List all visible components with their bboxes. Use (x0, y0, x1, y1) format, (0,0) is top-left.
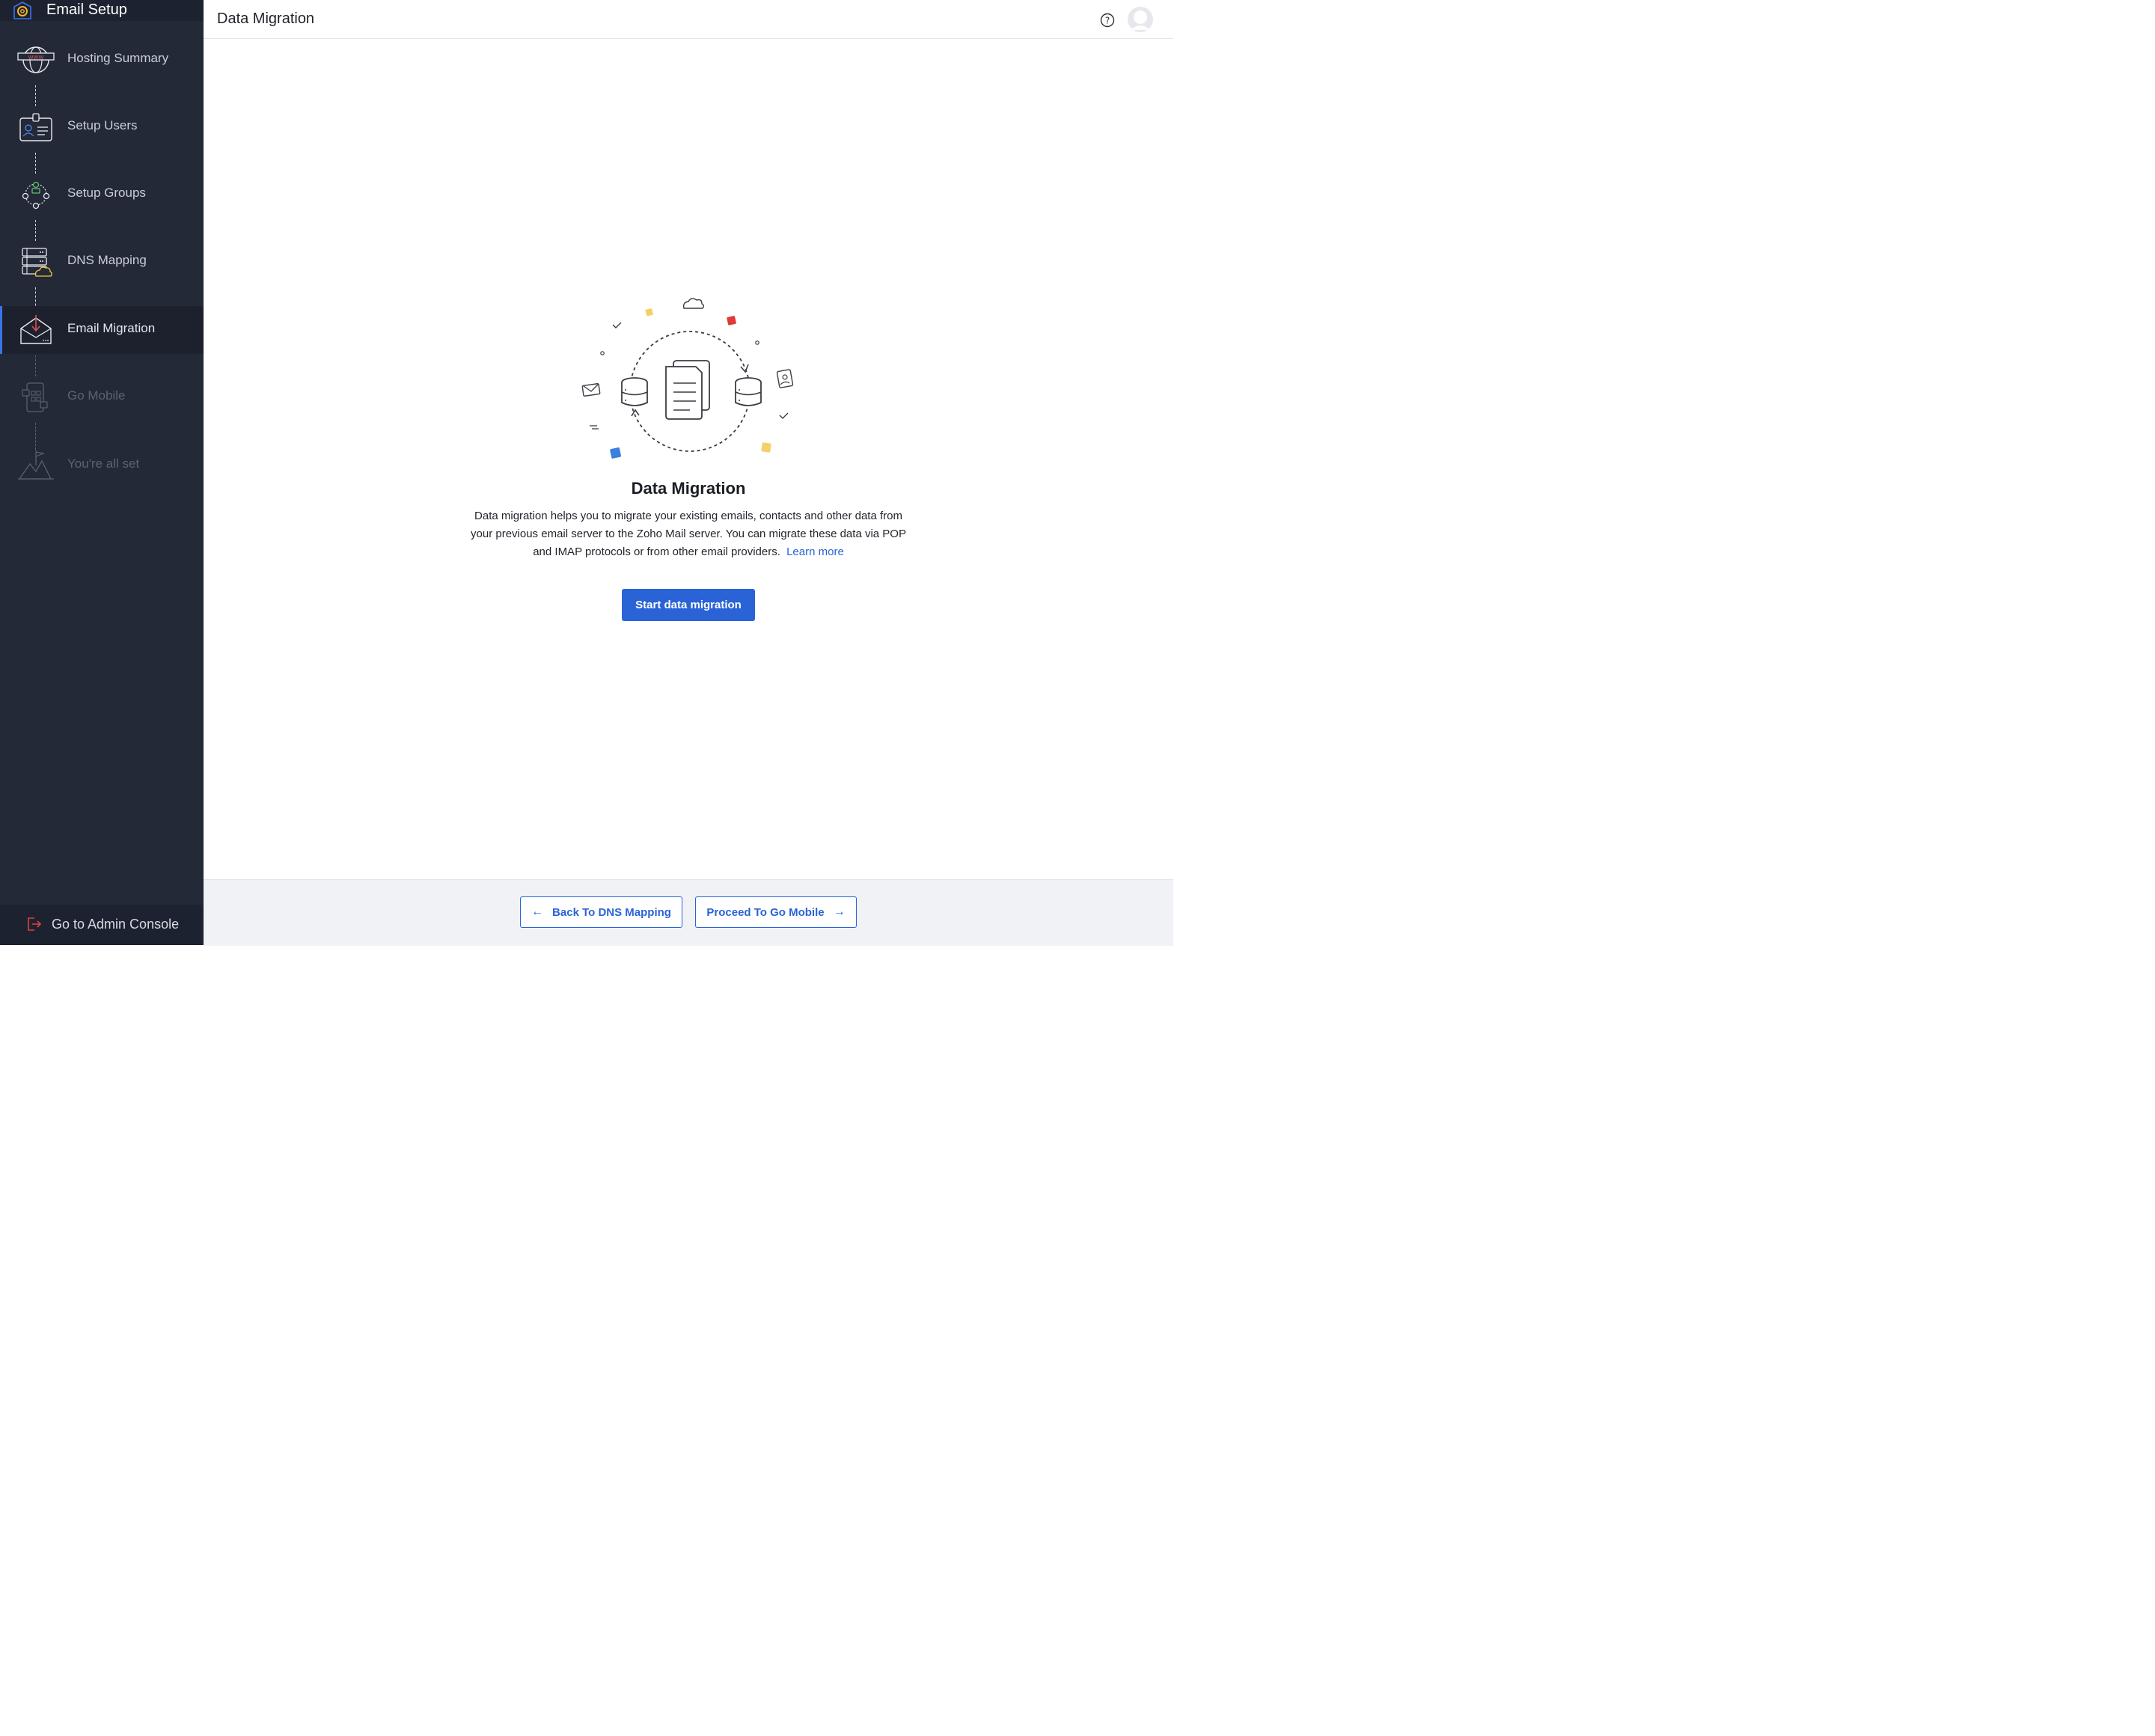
help-icon[interactable]: ? (1100, 13, 1115, 28)
proceed-to-go-mobile-button[interactable]: Proceed To Go Mobile → (695, 896, 857, 928)
group-network-icon (22, 181, 50, 210)
data-migration-illustration (581, 298, 794, 459)
sidebar-step-dns-mapping[interactable]: DNS Mapping (0, 238, 204, 286)
page-title: Data Migration (217, 10, 315, 27)
page-header: Data Migration ? (204, 0, 1173, 39)
migration-description: Data migration helps you to migrate your… (464, 507, 913, 561)
sidebar-step-label: DNS Mapping (67, 253, 147, 267)
sidebar-brand: Email Setup (0, 0, 204, 21)
database-left-icon (621, 377, 648, 406)
database-right-icon (735, 377, 762, 406)
sidebar-step-go-mobile[interactable]: Go Mobile (0, 373, 204, 421)
id-card-icon (19, 113, 52, 141)
arrow-left-icon: ← (531, 905, 544, 918)
sidebar-step-label: Setup Users (67, 118, 138, 132)
sidebar-step-label: Setup Groups (67, 186, 146, 200)
page-footer: ← Back To DNS Mapping Proceed To Go Mobi… (204, 879, 1173, 946)
next-button-label: Proceed To Go Mobile (706, 905, 825, 919)
sidebar-step-setup-users[interactable]: Setup Users (0, 103, 204, 151)
svg-text:?: ? (1105, 16, 1110, 26)
sidebar-step-email-migration[interactable]: Email Migration (0, 306, 204, 354)
sidebar-step-hosting-summary[interactable]: WWW Hosting Summary (0, 36, 204, 84)
back-button-label: Back To DNS Mapping (552, 905, 671, 919)
server-cloud-icon (22, 248, 52, 277)
sidebar-title: Email Setup (46, 1, 127, 18)
svg-text:WWW: WWW (28, 55, 44, 61)
envelope-download-icon (20, 315, 52, 344)
sidebar-step-label: You're all set (67, 456, 140, 471)
sidebar-step-setup-groups[interactable]: Setup Groups (0, 171, 204, 218)
sidebar: Email Setup WWW Hosting Summary Setup Us… (0, 0, 204, 945)
go-to-admin-console-link[interactable]: Go to Admin Console (0, 905, 204, 945)
email-setup-logo-icon (13, 1, 31, 19)
sidebar-step-label: Email Migration (67, 321, 156, 335)
sidebar-step-all-set[interactable]: You're all set (0, 441, 204, 489)
start-data-migration-button[interactable]: Start data migration (622, 589, 755, 621)
mountain-flag-icon (18, 450, 54, 480)
learn-more-link[interactable]: Learn more (786, 545, 844, 558)
admin-console-label: Go to Admin Console (52, 917, 180, 932)
logout-icon (28, 917, 42, 931)
migration-title: Data Migration (631, 479, 746, 498)
user-avatar[interactable] (1127, 6, 1154, 33)
back-to-dns-mapping-button[interactable]: ← Back To DNS Mapping (520, 896, 682, 928)
mobile-apps-icon (22, 382, 48, 412)
sidebar-step-label: Go Mobile (67, 388, 126, 403)
arrow-right-icon: → (833, 905, 846, 918)
sidebar-step-label: Hosting Summary (67, 51, 169, 65)
globe-www-icon: WWW (17, 46, 55, 73)
